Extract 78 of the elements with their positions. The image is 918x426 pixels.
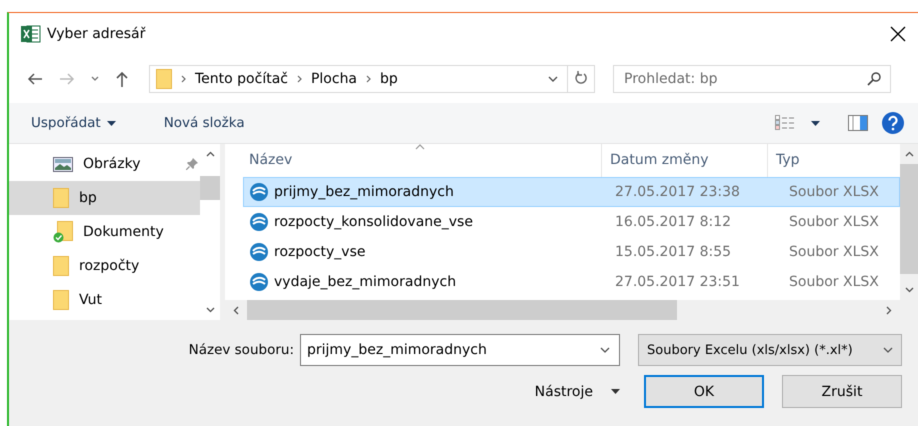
file-type-dropdown[interactable]: Soubory Excelu (xls/xlsx) (*.xl*) [638,334,902,366]
view-list-icon[interactable] [775,115,797,131]
chevron-down-icon [883,347,893,353]
scroll-up-icon[interactable] [904,151,914,157]
file-row[interactable]: vydaje_bez_mimoradnych 27.05.2017 23:51 Soubor XLSX [243,267,900,297]
spreadsheet-file-icon [250,243,268,261]
file-row[interactable]: rozpocty_vse 15.05.2017 8:55 Soubor XLSX [243,237,900,267]
folder-icon [53,188,69,208]
scrollbar[interactable] [900,144,918,300]
spreadsheet-file-icon [250,183,268,201]
file-row[interactable]: rozpocty_konsolidovane_vse 16.05.2017 8:12 Soubor XLSX [243,207,900,237]
up-arrow-icon[interactable] [115,71,129,87]
help-icon[interactable] [882,112,904,134]
address-bar[interactable]: Tento počítač Plocha bp [149,65,595,93]
chevron-down-icon[interactable] [548,76,558,82]
scroll-down-icon[interactable] [206,307,214,313]
file-name: rozpocty_konsolidovane_vse [274,214,473,230]
sidebar-item[interactable]: Vut [9,283,200,317]
sidebar-item[interactable]: Obrázky [9,147,200,181]
breadcrumb-item[interactable]: Tento počítač [195,71,288,87]
column-header[interactable]: Název [225,144,601,177]
refresh-icon[interactable] [575,70,587,84]
preview-pane-icon[interactable] [848,115,868,131]
window-title: Vyber adresář [47,26,146,42]
scroll-right-icon[interactable] [886,306,892,314]
caret-icon [106,120,116,126]
search-field[interactable]: Prohledat: bp [613,65,891,93]
file-type: Soubor XLSX [788,214,880,230]
file-type: Soubor XLSX [788,184,880,200]
folder-icon [53,290,69,310]
chevron-right-icon [366,75,372,83]
scrollbar[interactable] [225,300,918,320]
new-folder-button[interactable]: Nová složka [158,111,251,135]
file-type: Soubor XLSX [788,274,880,290]
scroll-up-icon[interactable] [206,151,214,157]
file-date: 27.05.2017 23:51 [614,274,741,290]
breadcrumb-item[interactable]: bp [380,71,398,87]
scrollbar-thumb[interactable] [900,164,918,274]
tools-menu-button[interactable]: Nástroje [528,382,626,400]
caret-icon [611,389,620,394]
file-date: 15.05.2017 8:55 [614,244,732,260]
sidebar-item[interactable]: bp [9,181,200,215]
spreadsheet-app-icon [21,25,41,43]
folder-icon [156,69,172,89]
spreadsheet-file-icon [250,273,268,291]
organize-menu-button[interactable]: Uspořádat [25,111,122,135]
file-name: vydaje_bez_mimoradnych [274,274,456,290]
file-name: prijmy_bez_mimoradnych [274,184,454,200]
chevron-right-icon [181,75,186,83]
cancel-button[interactable]: Zrušit [782,375,902,408]
back-arrow-icon[interactable] [27,72,43,86]
sidebar-item[interactable]: rozpočty [9,249,200,283]
sort-ascending-icon [415,144,425,150]
scroll-down-icon[interactable] [904,287,914,293]
close-icon[interactable] [890,26,906,42]
ok-button[interactable]: OK [644,375,764,408]
filename-label: Název souboru: [188,342,294,358]
chevron-down-icon[interactable] [600,347,610,353]
folder-icon [53,256,69,276]
file-date: 16.05.2017 8:12 [614,214,732,230]
file-name: rozpocty_vse [274,244,366,260]
sidebar-item[interactable]: Dokumenty [9,215,200,249]
chevron-right-icon [296,75,302,83]
file-row[interactable]: prijmy_bez_mimoradnych 27.05.2017 23:38 Soubor XLSX [243,177,900,207]
caret-icon[interactable] [811,120,820,126]
chevron-down-icon[interactable] [91,76,99,82]
scroll-left-icon[interactable] [233,306,239,314]
scrollbar-thumb[interactable] [247,300,677,320]
spreadsheet-file-icon [250,213,268,231]
folder-with-check-icon [53,221,73,243]
search-icon [867,72,881,86]
file-type: Soubor XLSX [788,244,880,260]
file-date: 27.05.2017 23:38 [614,184,741,200]
pin-icon [186,158,198,170]
scrollbar-thumb[interactable] [200,176,220,200]
filename-field[interactable]: prijmy_bez_mimoradnych [300,334,620,366]
picture-icon [53,156,73,172]
breadcrumb-item[interactable]: Plocha [310,71,358,87]
